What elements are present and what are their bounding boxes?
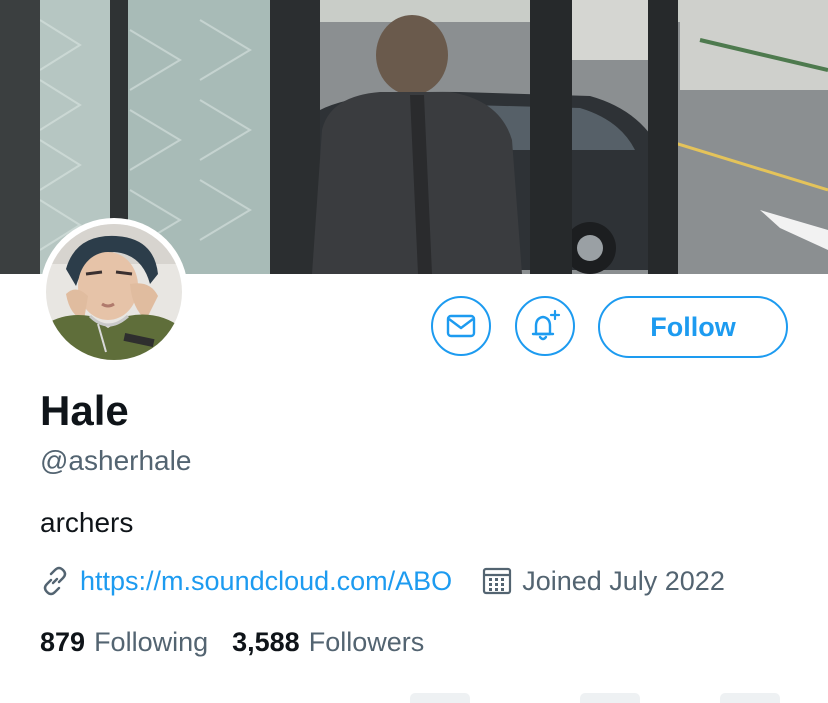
bell-plus-icon (531, 309, 561, 341)
following-count: 879 (40, 626, 86, 657)
avatar-photo (46, 224, 182, 360)
display-name: Hale (40, 387, 129, 434)
follow-button[interactable]: Follow (598, 296, 788, 358)
profile-tabs-edge (0, 693, 828, 703)
profile-bio: archers (40, 507, 134, 538)
user-handle: @asherhale (40, 445, 192, 476)
calendar-icon (482, 566, 512, 596)
following-stat[interactable]: 879 Following (40, 627, 208, 658)
envelope-icon (446, 314, 476, 338)
notifications-button[interactable] (515, 296, 575, 356)
website-link[interactable]: https://m.soundcloud.com/ABO (80, 564, 452, 598)
followers-stat[interactable]: 3,588 Followers (232, 627, 424, 658)
following-label: Following (94, 626, 209, 657)
followers-label: Followers (308, 626, 425, 657)
followers-count: 3,588 (232, 626, 300, 657)
joined-date: Joined July 2022 (522, 566, 725, 596)
follow-stats: 879 Following 3,588 Followers (40, 624, 424, 660)
link-icon (40, 566, 70, 596)
profile-meta: https://m.soundcloud.com/ABO Joined July… (40, 562, 725, 600)
message-button[interactable] (431, 296, 491, 356)
avatar[interactable] (40, 218, 188, 366)
